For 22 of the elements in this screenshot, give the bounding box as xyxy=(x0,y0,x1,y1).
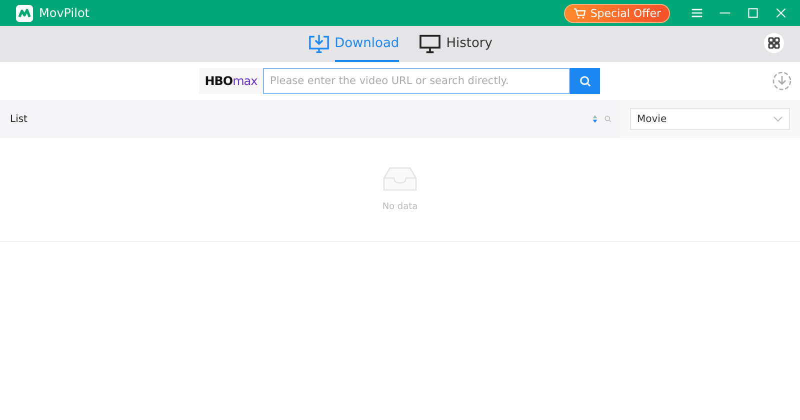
download-icon xyxy=(308,34,330,54)
search-icon[interactable] xyxy=(604,115,612,123)
window-title: MovPilot xyxy=(39,6,90,20)
maximize-icon[interactable] xyxy=(747,7,759,19)
chevron-down-icon xyxy=(773,116,783,122)
empty-tray-icon xyxy=(382,166,418,192)
download-icon[interactable] xyxy=(772,71,792,91)
cart-icon xyxy=(573,8,586,18)
app-logo-icon xyxy=(16,4,33,22)
sort-icon[interactable] xyxy=(592,114,598,124)
grid-icon[interactable] xyxy=(764,33,784,53)
close-icon[interactable] xyxy=(775,7,787,19)
menu-icon[interactable] xyxy=(691,7,703,19)
search-button[interactable] xyxy=(570,68,600,94)
search-field[interactable]: Please enter the video URL or search directly. xyxy=(263,68,570,94)
tab[interactable]: History xyxy=(446,26,492,62)
monitor-icon xyxy=(419,34,442,54)
search-icon xyxy=(578,74,592,88)
service-logo[interactable]: HBOmax xyxy=(199,68,263,94)
category-dropdown[interactable]: Movie xyxy=(630,108,790,130)
list-title: List xyxy=(10,114,28,124)
empty-message: No data xyxy=(382,202,418,212)
